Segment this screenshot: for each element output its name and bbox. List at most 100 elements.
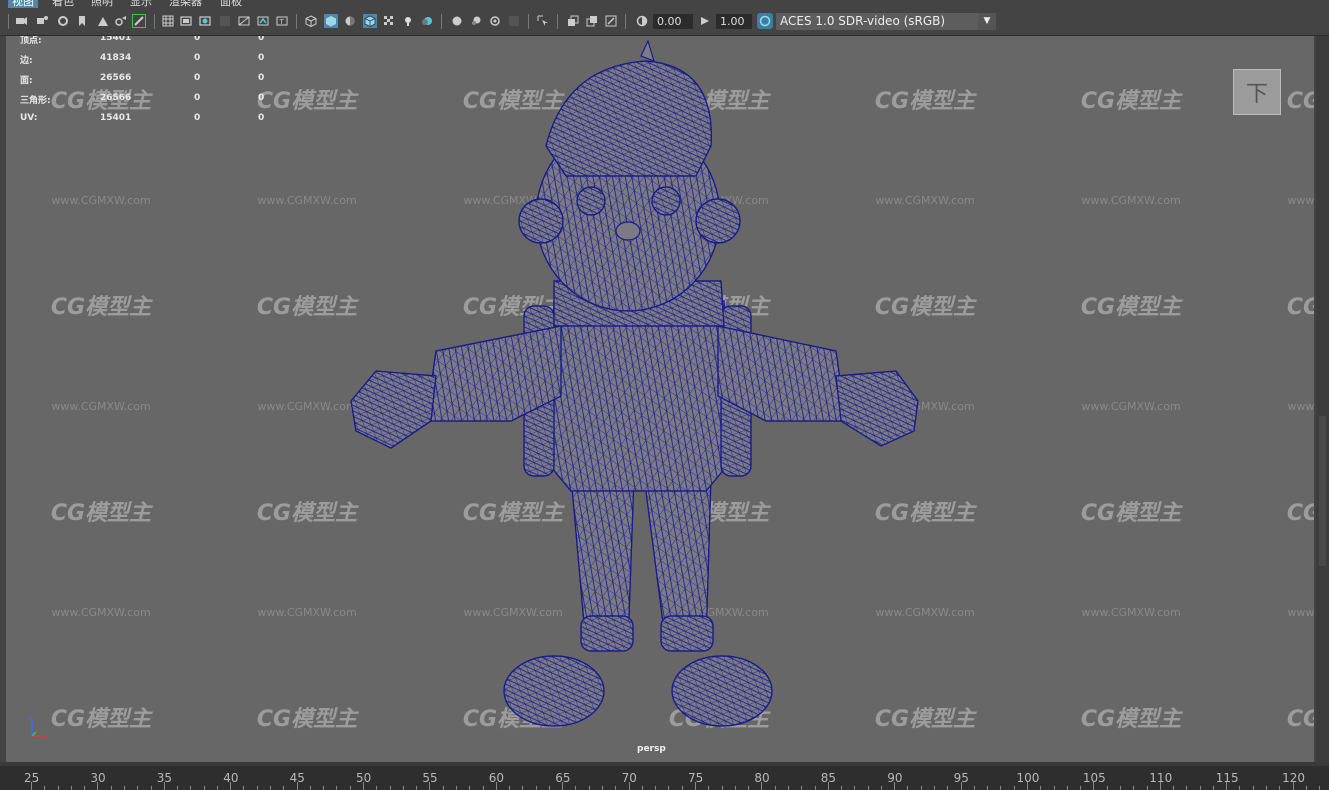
hud-row-edges: 边: 41834 0 0 <box>20 53 280 76</box>
frame-tick <box>336 786 338 790</box>
frame-tick <box>1066 786 1068 790</box>
gate-mask-icon[interactable] <box>219 15 231 27</box>
shadows-icon[interactable] <box>421 15 433 27</box>
grid-snap-toggle-icon[interactable] <box>132 14 146 28</box>
hud-label: 边: <box>20 56 33 66</box>
hud-value: 0 <box>194 113 201 123</box>
frame-tick <box>907 786 909 790</box>
xray-icon[interactable] <box>567 15 579 27</box>
view-cube[interactable]: 下 <box>1233 69 1281 115</box>
frame-tick <box>960 782 962 790</box>
bookmark-icon[interactable] <box>57 15 69 27</box>
frame-tick <box>1093 782 1095 790</box>
safe-action-icon[interactable] <box>257 15 269 27</box>
select-camera-icon[interactable] <box>15 15 27 27</box>
motion-blur-icon[interactable] <box>470 15 482 27</box>
menu-renderer[interactable]: 渲染器 <box>169 0 202 8</box>
isolate-select-icon[interactable] <box>537 15 549 27</box>
anti-aliasing-icon[interactable] <box>489 15 501 27</box>
frame-tick <box>363 782 364 790</box>
hud-label: UV: <box>20 113 38 123</box>
default-material-icon[interactable] <box>344 15 356 27</box>
frame-tick <box>1319 786 1321 790</box>
frame-tick <box>283 786 285 790</box>
menu-panels[interactable]: 面板 <box>220 0 242 8</box>
color-space-value: ACES 1.0 SDR-video (sRGB) <box>780 14 946 28</box>
frame-tick <box>1226 782 1228 790</box>
menu-shading[interactable]: 着色 <box>52 0 74 8</box>
xray-active-components-icon[interactable] <box>605 15 617 27</box>
frame-tick <box>535 786 537 790</box>
frame-tick <box>867 786 869 790</box>
color-space-dropdown[interactable]: ACES 1.0 SDR-video (sRGB) ▼ <box>776 13 996 30</box>
frame-tick <box>641 786 643 790</box>
time-slider[interactable]: 25 30 35 40 45 50 55 60 65 70 75 80 85 90 95 100 105 110 1… <box>0 766 1329 790</box>
frame-tick <box>150 786 152 790</box>
smooth-shade-icon[interactable] <box>324 14 338 28</box>
frame-tick <box>588 786 590 790</box>
frame-tick <box>1013 786 1015 790</box>
use-all-lights-icon[interactable] <box>402 15 414 27</box>
frame-tick <box>1133 786 1135 790</box>
safe-title-icon[interactable]: T <box>276 15 288 27</box>
depth-of-field-icon[interactable] <box>508 15 520 27</box>
frame-tick <box>1053 786 1055 790</box>
frame-tick <box>389 786 391 790</box>
textured-icon[interactable] <box>383 15 395 27</box>
wireframe-on-shaded-icon[interactable] <box>363 14 377 28</box>
exposure-icon[interactable] <box>636 15 648 27</box>
image-plane-icon[interactable] <box>76 15 88 27</box>
camera-attributes-icon[interactable] <box>36 15 48 27</box>
vertical-scrollbar[interactable] <box>1316 36 1329 762</box>
frame-tick <box>1186 786 1188 790</box>
resolution-gate-icon[interactable] <box>199 15 211 27</box>
frame-tick <box>562 782 564 790</box>
hud-value: 15401 <box>100 113 132 123</box>
two-d-pan-icon[interactable] <box>97 15 109 27</box>
frame-tick <box>296 782 298 790</box>
screen-space-ao-icon[interactable] <box>451 15 463 27</box>
frame-tick <box>841 786 843 790</box>
toolbar-separator <box>154 14 155 29</box>
frame-tick <box>1106 786 1108 790</box>
gamma-icon[interactable] <box>699 15 711 27</box>
frame-tick <box>495 782 497 790</box>
field-chart-icon[interactable] <box>238 15 250 27</box>
frame-tick <box>177 786 179 790</box>
hud-value: 0 <box>258 36 265 43</box>
frame-tick <box>1199 786 1201 790</box>
frame-tick <box>575 786 577 790</box>
xray-joints-icon[interactable] <box>586 15 598 27</box>
frame-tick <box>1119 786 1121 790</box>
toolbar-separator <box>8 14 9 29</box>
frame-tick <box>137 786 139 790</box>
frame-tick <box>761 782 763 790</box>
frame-tick <box>97 782 99 790</box>
aces-icon[interactable] <box>757 13 773 29</box>
wireframe-icon[interactable] <box>305 15 317 27</box>
svg-text:T: T <box>279 18 285 26</box>
grease-pencil-icon[interactable] <box>115 15 127 27</box>
frame-tick <box>203 786 205 790</box>
frame-tick <box>256 786 258 790</box>
menu-lighting[interactable]: 照明 <box>91 0 113 8</box>
grid-icon[interactable] <box>162 15 174 27</box>
axis-gizmo-icon: z x <box>29 714 48 742</box>
hud-value: 41834 <box>100 53 132 63</box>
persp-viewport[interactable]: CG模型主CG模型主CG模型主CG模型主CG模型主CG模型主CG模型主CG模型主… <box>6 36 1314 762</box>
gamma-field[interactable]: 1.00 <box>716 14 752 29</box>
exposure-field[interactable]: 0.00 <box>653 14 693 29</box>
menu-show[interactable]: 显示 <box>130 0 152 8</box>
menu-view[interactable]: 视图 <box>8 0 38 8</box>
film-gate-icon[interactable] <box>180 15 192 27</box>
chevron-down-icon: ▼ <box>978 13 996 30</box>
scrollbar-thumb[interactable] <box>1319 416 1326 566</box>
frame-tick <box>522 786 524 790</box>
frame-tick <box>721 786 723 790</box>
frame-tick <box>31 782 32 790</box>
frame-tick <box>416 786 418 790</box>
frame-tick <box>190 786 192 790</box>
hud-row-vertices: 顶点: 15401 0 0 <box>20 36 280 56</box>
frame-tick <box>442 786 444 790</box>
frame-tick <box>801 786 803 790</box>
